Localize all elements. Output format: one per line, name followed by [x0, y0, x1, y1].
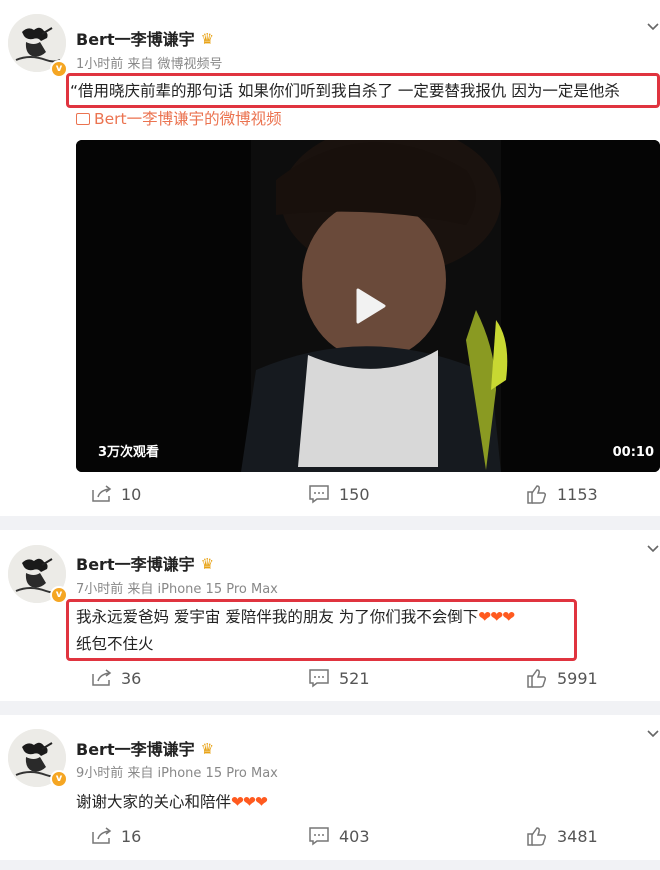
- video-link-icon: [76, 113, 90, 125]
- play-icon[interactable]: [350, 286, 390, 326]
- post-text-line2: 纸包不住火: [76, 635, 154, 653]
- chevron-down-icon[interactable]: [646, 20, 660, 34]
- username-label: Bert一李博谦宇: [76, 740, 195, 759]
- action-bar: 16 403 3481: [0, 824, 660, 848]
- share-button[interactable]: 36: [90, 666, 141, 690]
- comment-count: 403: [339, 826, 370, 846]
- post-meta: 7小时前 来自 iPhone 15 Pro Max: [76, 582, 278, 597]
- like-count: 3481: [557, 826, 598, 846]
- vip-crown-icon: ♛: [200, 30, 215, 48]
- comment-count: 150: [339, 484, 370, 504]
- share-icon: [92, 827, 112, 844]
- post-card: v Bert一李博谦宇 ♛ 1小时前 来自 微博视频号 “借用晓庆前辈的那句话 如…: [0, 0, 660, 516]
- post-card: v Bert一李博谦宇 ♛ 9小时前 来自 iPhone 15 Pro Max 谢…: [0, 715, 660, 860]
- like-count: 1153: [557, 484, 598, 504]
- comment-button[interactable]: 150: [308, 482, 370, 506]
- share-button[interactable]: 10: [90, 482, 141, 506]
- share-button[interactable]: 16: [90, 824, 141, 848]
- vip-crown-icon: ♛: [200, 740, 215, 758]
- like-button[interactable]: 3481: [526, 824, 598, 848]
- share-count: 16: [121, 826, 142, 846]
- comment-icon: [309, 827, 329, 846]
- chevron-down-icon[interactable]: [646, 727, 660, 741]
- action-bar: 10 150 1153: [0, 482, 660, 506]
- comment-button[interactable]: 403: [308, 824, 370, 848]
- vip-crown-icon: ♛: [200, 555, 215, 573]
- comment-count: 521: [339, 668, 370, 688]
- video-source-link[interactable]: Bert一李博谦宇的微博视频: [76, 107, 282, 129]
- thumbs-up-icon: [527, 827, 547, 846]
- username-label: Bert一李博谦宇: [76, 30, 195, 49]
- like-button[interactable]: 1153: [526, 482, 598, 506]
- thumbs-up-icon: [527, 485, 547, 504]
- username[interactable]: Bert一李博谦宇 ♛: [76, 551, 214, 575]
- username[interactable]: Bert一李博谦宇 ♛: [76, 736, 214, 760]
- verified-badge-icon: v: [50, 770, 68, 788]
- thumbs-up-icon: [527, 669, 547, 688]
- share-icon: [92, 485, 112, 502]
- like-count: 5991: [557, 668, 598, 688]
- username-label: Bert一李博谦宇: [76, 555, 195, 574]
- video-source-link-label: Bert一李博谦宇的微博视频: [94, 110, 282, 128]
- post-text: “借用晓庆前辈的那句话 如果你们听到我自杀了 一定要替我报仇 因为一定是他杀: [70, 82, 620, 100]
- heart-emoji: ❤❤❤: [478, 608, 515, 626]
- chevron-down-icon[interactable]: [646, 542, 660, 556]
- comment-icon: [309, 485, 329, 504]
- comment-button[interactable]: 521: [308, 666, 370, 690]
- like-button[interactable]: 5991: [526, 666, 598, 690]
- post-text-line: 谢谢大家的关心和陪伴: [76, 793, 232, 811]
- username[interactable]: Bert一李博谦宇 ♛: [76, 26, 214, 50]
- post-text-line: 我永远爱爸妈 爱宇宙 爱陪伴我的朋友 为了你们我不会倒下: [76, 608, 479, 626]
- share-icon: [92, 669, 112, 686]
- action-bar: 36 521 5991: [0, 666, 660, 690]
- comment-icon: [309, 669, 329, 688]
- share-count: 36: [121, 668, 142, 688]
- share-count: 10: [121, 484, 142, 504]
- post-card: v Bert一李博谦宇 ♛ 7小时前 来自 iPhone 15 Pro Max 我…: [0, 530, 660, 701]
- video-duration: 00:10: [612, 445, 654, 460]
- post-meta: 9小时前 来自 iPhone 15 Pro Max: [76, 766, 278, 781]
- video-player[interactable]: 3万次观看 00:10: [76, 140, 660, 472]
- heart-emoji: ❤❤❤: [231, 793, 268, 811]
- video-view-count: 3万次观看: [98, 445, 160, 460]
- post-text: 我永远爱爸妈 爱宇宙 爱陪伴我的朋友 为了你们我不会倒下❤❤❤: [76, 604, 515, 630]
- post-text: 谢谢大家的关心和陪伴❤❤❤: [76, 789, 268, 815]
- post-meta: 1小时前 来自 微博视频号: [76, 57, 223, 72]
